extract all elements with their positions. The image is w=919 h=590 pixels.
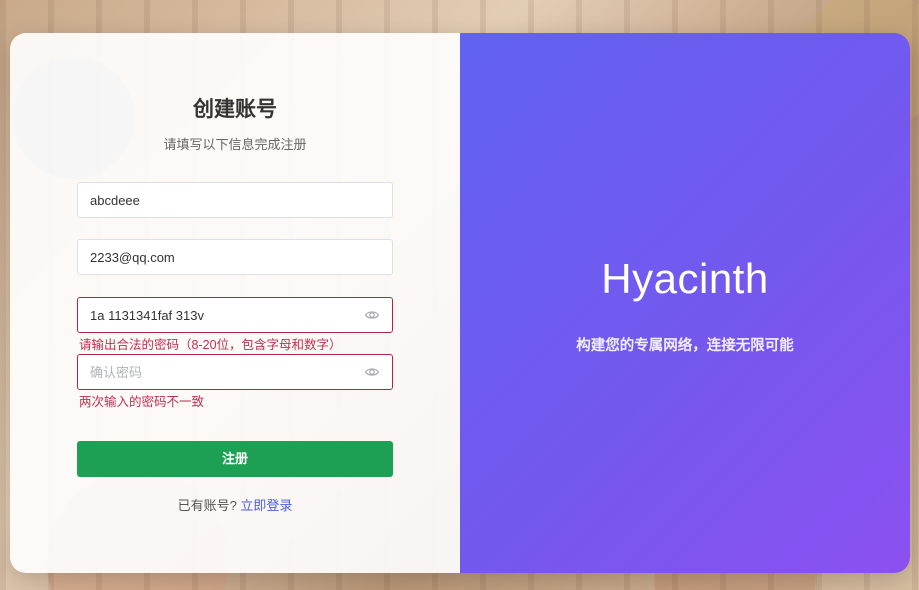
login-prompt-text: 已有账号? (177, 498, 237, 513)
login-link[interactable]: 立即登录 (240, 498, 292, 513)
email-field[interactable] (77, 239, 393, 275)
register-button[interactable]: 注册 (77, 441, 393, 477)
login-prompt-row: 已有账号? 立即登录 (10, 495, 460, 514)
password-input[interactable] (90, 307, 364, 323)
brand-name: Hyacinth (601, 255, 769, 302)
register-card: 创建账号 请填写以下信息完成注册 请输出合法的密码（8-20位，包含字母和数字） (10, 33, 910, 573)
eye-icon[interactable] (364, 364, 380, 380)
form-subtitle: 请填写以下信息完成注册 (163, 137, 307, 152)
password-field[interactable] (77, 297, 393, 333)
confirm-password-field[interactable] (77, 354, 393, 390)
brand-tagline: 构建您的专属网络，连接无限可能 (576, 338, 794, 354)
register-form-panel: 创建账号 请填写以下信息完成注册 请输出合法的密码（8-20位，包含字母和数字） (10, 33, 460, 573)
form-title: 创建账号 (193, 98, 277, 121)
confirm-password-input[interactable] (90, 364, 364, 380)
confirm-password-error-message: 两次输入的密码不一致 (79, 395, 205, 409)
username-input[interactable] (90, 192, 380, 208)
username-field[interactable] (77, 182, 393, 218)
email-input[interactable] (90, 249, 380, 265)
eye-icon[interactable] (364, 307, 380, 323)
password-error-message: 请输出合法的密码（8-20位，包含字母和数字） (79, 338, 342, 352)
brand-panel: Hyacinth 构建您的专属网络，连接无限可能 (460, 33, 910, 573)
